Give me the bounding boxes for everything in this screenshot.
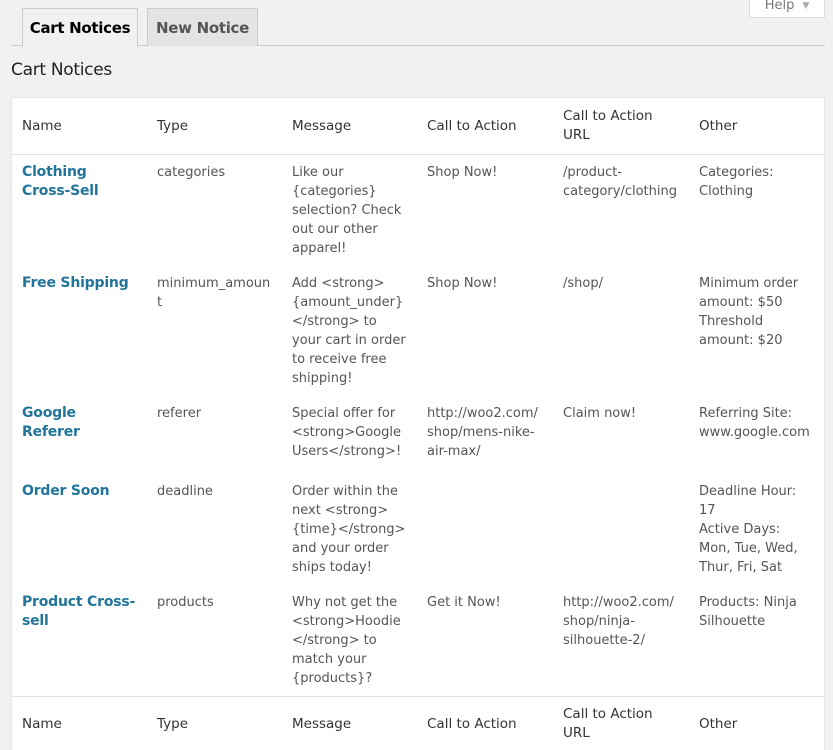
- cell-call-to-action-url: /shop/: [563, 276, 603, 291]
- nav-tabs: Cart Notices New Notice: [11, 0, 825, 47]
- cell-message: Special offer for <strong>Google Users</…: [292, 406, 402, 459]
- other-detail: Active Days: Mon, Tue, Wed, Thur, Fri, S…: [699, 522, 798, 575]
- cell-call-to-action-url: /product-category/clothing: [563, 165, 677, 199]
- cell-name: Clothing Cross-Sell: [12, 155, 147, 267]
- column-header-name: Name: [12, 98, 147, 155]
- notice-name-link[interactable]: Clothing Cross-Sell: [22, 164, 99, 199]
- column-footer-message: Message: [282, 696, 417, 750]
- column-footer-call-to-action: Call to Action: [417, 696, 553, 750]
- cell-other: Categories: Clothing: [689, 155, 824, 267]
- tab-new-notice[interactable]: New Notice: [147, 8, 258, 46]
- cart-notices-table-container: Name Type Message Call to Action Call to…: [11, 97, 825, 750]
- cell-message: Add <strong> {amount_under} </strong> to…: [292, 276, 406, 386]
- cell-call-to-action: [417, 474, 553, 585]
- cell-name: Free Shipping: [12, 266, 147, 396]
- other-detail: Referring Site: www.google.com: [699, 406, 810, 440]
- column-footer-type: Type: [147, 696, 282, 750]
- cell-type: categories: [157, 165, 226, 180]
- tab-cart-notices[interactable]: Cart Notices: [22, 8, 138, 47]
- cell-type: referer: [157, 406, 202, 421]
- cell-call-to-action: http://woo2.com/shop/mens-nike-air-max/: [427, 406, 538, 459]
- cell-message: Why not get the <strong>Hoodie</strong> …: [292, 595, 401, 686]
- notice-name-link[interactable]: Google Referer: [22, 405, 80, 440]
- cell-call-to-action-url: Claim now!: [563, 406, 637, 421]
- column-header-other: Other: [689, 98, 824, 155]
- table-row: Google Referer referer Special offer for…: [12, 396, 824, 474]
- cell-call-to-action: Shop Now!: [427, 276, 498, 291]
- table-footer-row: Name Type Message Call to Action Call to…: [12, 696, 824, 750]
- column-header-call-to-action-url: Call to Action URL: [553, 98, 689, 155]
- column-footer-name: Name: [12, 696, 147, 750]
- table-row: Product Cross-sell products Why not get …: [12, 585, 824, 697]
- cell-name: Product Cross-sell: [12, 585, 147, 697]
- cell-call-to-action-url: http://woo2.com/shop/ninja-silhouette-2/: [563, 595, 674, 648]
- other-detail: Minimum order amount: $50: [699, 276, 799, 310]
- cell-call-to-action-url: [553, 474, 689, 585]
- page-title: Cart Notices: [11, 60, 112, 80]
- cell-type: deadline: [157, 484, 213, 499]
- column-header-type: Type: [147, 98, 282, 155]
- cell-other: Minimum order amount: $50 Threshold amou…: [689, 266, 824, 396]
- cell-call-to-action: Shop Now!: [427, 165, 498, 180]
- cell-other: Deadline Hour: 17 Active Days: Mon, Tue,…: [689, 474, 824, 585]
- other-detail: Products: Ninja Silhouette: [699, 595, 797, 629]
- table-row: Clothing Cross-Sell categories Like our …: [12, 155, 824, 267]
- cell-message: Order within the next <strong> {time}</s…: [292, 484, 406, 575]
- cell-name: Google Referer: [12, 396, 147, 474]
- cell-type: products: [157, 595, 214, 610]
- table-row: Order Soon deadline Order within the nex…: [12, 474, 824, 585]
- cart-notices-table: Name Type Message Call to Action Call to…: [12, 98, 824, 750]
- column-footer-call-to-action-url: Call to Action URL: [553, 696, 689, 750]
- cell-type: minimum_amount: [157, 276, 271, 310]
- cell-message: Like our {categories} selection? Check o…: [292, 165, 402, 256]
- other-detail: Deadline Hour: 17: [699, 484, 797, 518]
- column-header-call-to-action: Call to Action: [417, 98, 553, 155]
- cell-other: Referring Site: www.google.com: [689, 396, 824, 474]
- notice-name-link[interactable]: Free Shipping: [22, 275, 129, 291]
- table-row: Free Shipping minimum_amount Add <strong…: [12, 266, 824, 396]
- other-detail: Threshold amount: $20: [699, 314, 783, 348]
- other-detail: Categories: Clothing: [699, 165, 774, 199]
- notice-name-link[interactable]: Product Cross-sell: [22, 594, 135, 629]
- notice-name-link[interactable]: Order Soon: [22, 483, 110, 499]
- cell-other: Products: Ninja Silhouette: [689, 585, 824, 697]
- cell-name: Order Soon: [12, 474, 147, 585]
- cell-call-to-action: Get it Now!: [427, 595, 501, 610]
- column-footer-other: Other: [689, 696, 824, 750]
- table-header-row: Name Type Message Call to Action Call to…: [12, 98, 824, 155]
- column-header-message: Message: [282, 98, 417, 155]
